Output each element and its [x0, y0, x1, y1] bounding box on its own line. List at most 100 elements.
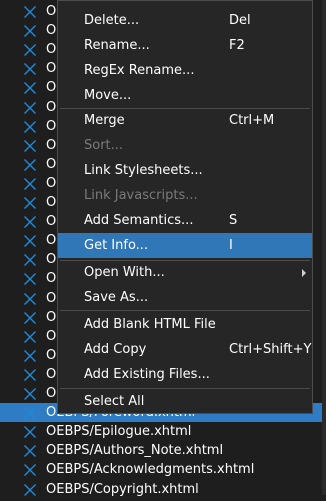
- menu-item-select-all[interactable]: Select All: [58, 389, 312, 414]
- menu-item-label: Merge: [84, 113, 125, 128]
- file-label: O: [46, 195, 57, 210]
- xhtml-file-icon: [23, 367, 37, 381]
- file-label: O: [46, 271, 57, 287]
- menu-item-regex-rename[interactable]: RegEx Rename...: [58, 58, 312, 83]
- file-label: OEBPS/Copyright.xhtml: [46, 481, 199, 497]
- menu-item-link-javascripts: Link Javascripts...: [58, 183, 312, 208]
- file-row[interactable]: OEBPS/Copyright.xhtml: [0, 480, 326, 499]
- xhtml-file-icon: [23, 100, 37, 114]
- xhtml-file-icon: [23, 443, 37, 458]
- xhtml-file-icon: [23, 138, 37, 152]
- menu-separator: [60, 259, 310, 261]
- menu-item-shortcut: Ctrl+Shift+Y: [229, 342, 312, 357]
- file-label: O: [46, 61, 57, 77]
- file-row[interactable]: OEBPS/Epilogue.xhtml: [0, 422, 326, 441]
- file-label: O: [46, 347, 57, 363]
- submenu-arrow-icon: [302, 269, 306, 277]
- menu-item-label: Add Copy: [84, 342, 147, 357]
- menu-item-add-existing-files[interactable]: Add Existing Files...: [58, 362, 312, 387]
- file-label: O: [46, 137, 57, 153]
- file-label: O: [46, 290, 57, 306]
- xhtml-file-icon: [23, 157, 37, 171]
- xhtml-file-icon: [23, 291, 37, 305]
- file-label: O: [46, 175, 57, 191]
- file-label: O: [46, 99, 57, 115]
- context-menu: Delete... Del Rename... F2 RegEx Rename... Mo…: [57, 0, 313, 414]
- menu-item-shortcut: S: [229, 213, 238, 228]
- file-label: O: [46, 214, 57, 230]
- xhtml-file-icon: [23, 42, 37, 57]
- scrollbar[interactable]: [322, 0, 326, 495]
- xhtml-file-icon: [23, 61, 37, 76]
- xhtml-file-icon: [23, 4, 37, 18]
- xhtml-file-icon: [23, 482, 37, 496]
- menu-item-label: Open With...: [84, 265, 165, 280]
- menu-item-get-info[interactable]: Get Info... I: [58, 233, 312, 258]
- menu-item-label: Move...: [84, 88, 132, 103]
- menu-separator: [60, 107, 310, 109]
- file-label: O: [46, 233, 57, 249]
- menu-item-label: Save As...: [84, 290, 149, 305]
- xhtml-file-icon: [23, 80, 37, 95]
- menu-item-add-blank-html-file[interactable]: Add Blank HTML File: [58, 312, 312, 337]
- xhtml-file-icon: [23, 195, 37, 209]
- xhtml-file-icon: [23, 424, 37, 439]
- menu-item-label: Link Javascripts...: [84, 188, 198, 203]
- menu-item-merge[interactable]: Merge Ctrl+M: [58, 108, 312, 133]
- file-label: OEBPS/Acknowledgments.xhtml: [46, 462, 255, 478]
- xhtml-file-icon: [23, 348, 37, 362]
- file-label: O: [46, 366, 57, 382]
- menu-item-open-with[interactable]: Open With...: [58, 260, 312, 285]
- menu-item-label: Get Info...: [84, 238, 149, 253]
- menu-item-label: Select All: [84, 394, 145, 409]
- menu-item-label: Add Blank HTML File: [84, 317, 216, 332]
- file-label: OEBPS/Authors_Note.xhtml: [46, 443, 224, 459]
- file-label: O: [46, 156, 57, 172]
- menu-item-move[interactable]: Move...: [58, 83, 312, 108]
- menu-item-link-stylesheets[interactable]: Link Stylesheets...: [58, 158, 312, 183]
- xhtml-file-icon: [23, 329, 37, 343]
- file-label: O: [46, 118, 57, 134]
- menu-item-shortcut: F2: [229, 38, 245, 53]
- menu-item-sort: Sort...: [58, 133, 312, 158]
- menu-separator: [60, 309, 310, 311]
- file-row[interactable]: OEBPS/Acknowledgments.xhtml: [0, 460, 326, 479]
- menu-item-add-copy[interactable]: Add Copy Ctrl+Shift+Y: [58, 337, 312, 362]
- menu-item-delete[interactable]: Delete... Del: [58, 8, 312, 33]
- xhtml-file-icon: [23, 23, 37, 38]
- file-row[interactable]: OEBPS/Authors_Note.xhtml: [0, 441, 326, 460]
- xhtml-file-icon: [23, 310, 37, 324]
- file-label: O: [46, 386, 57, 401]
- file-label: O: [46, 328, 57, 344]
- xhtml-file-icon: [23, 176, 37, 190]
- file-label: O: [46, 23, 57, 39]
- menu-item-shortcut: Ctrl+M: [229, 113, 275, 128]
- xhtml-file-icon: [23, 233, 37, 248]
- menu-item-shortcut: I: [229, 238, 233, 253]
- menu-item-rename[interactable]: Rename... F2: [58, 33, 312, 58]
- menu-item-save-as[interactable]: Save As...: [58, 285, 312, 310]
- xhtml-file-icon: [23, 119, 37, 133]
- menu-item-label: Rename...: [84, 38, 150, 53]
- menu-item-label: Sort...: [84, 138, 124, 153]
- file-label: O: [46, 80, 57, 96]
- xhtml-file-icon: [23, 405, 37, 420]
- file-label: OEBPS/Epilogue.xhtml: [46, 424, 192, 440]
- menu-item-label: RegEx Rename...: [84, 63, 195, 78]
- menu-separator: [60, 387, 310, 389]
- xhtml-file-icon: [23, 386, 37, 400]
- xhtml-file-icon: [23, 462, 37, 477]
- menu-item-label: Add Semantics...: [84, 213, 194, 228]
- xhtml-file-icon: [23, 252, 37, 267]
- file-label: O: [46, 309, 57, 325]
- menu-item-label: Add Existing Files...: [84, 367, 210, 382]
- menu-item-shortcut: Del: [229, 13, 251, 28]
- file-label: O: [46, 4, 57, 19]
- file-label: O: [46, 252, 57, 268]
- menu-item-add-semantics[interactable]: Add Semantics... S: [58, 208, 312, 233]
- xhtml-file-icon: [23, 271, 37, 286]
- menu-item-label: Link Stylesheets...: [84, 163, 203, 178]
- menu-item-label: Delete...: [84, 13, 140, 28]
- xhtml-file-icon: [23, 214, 37, 229]
- file-label: O: [46, 42, 57, 58]
